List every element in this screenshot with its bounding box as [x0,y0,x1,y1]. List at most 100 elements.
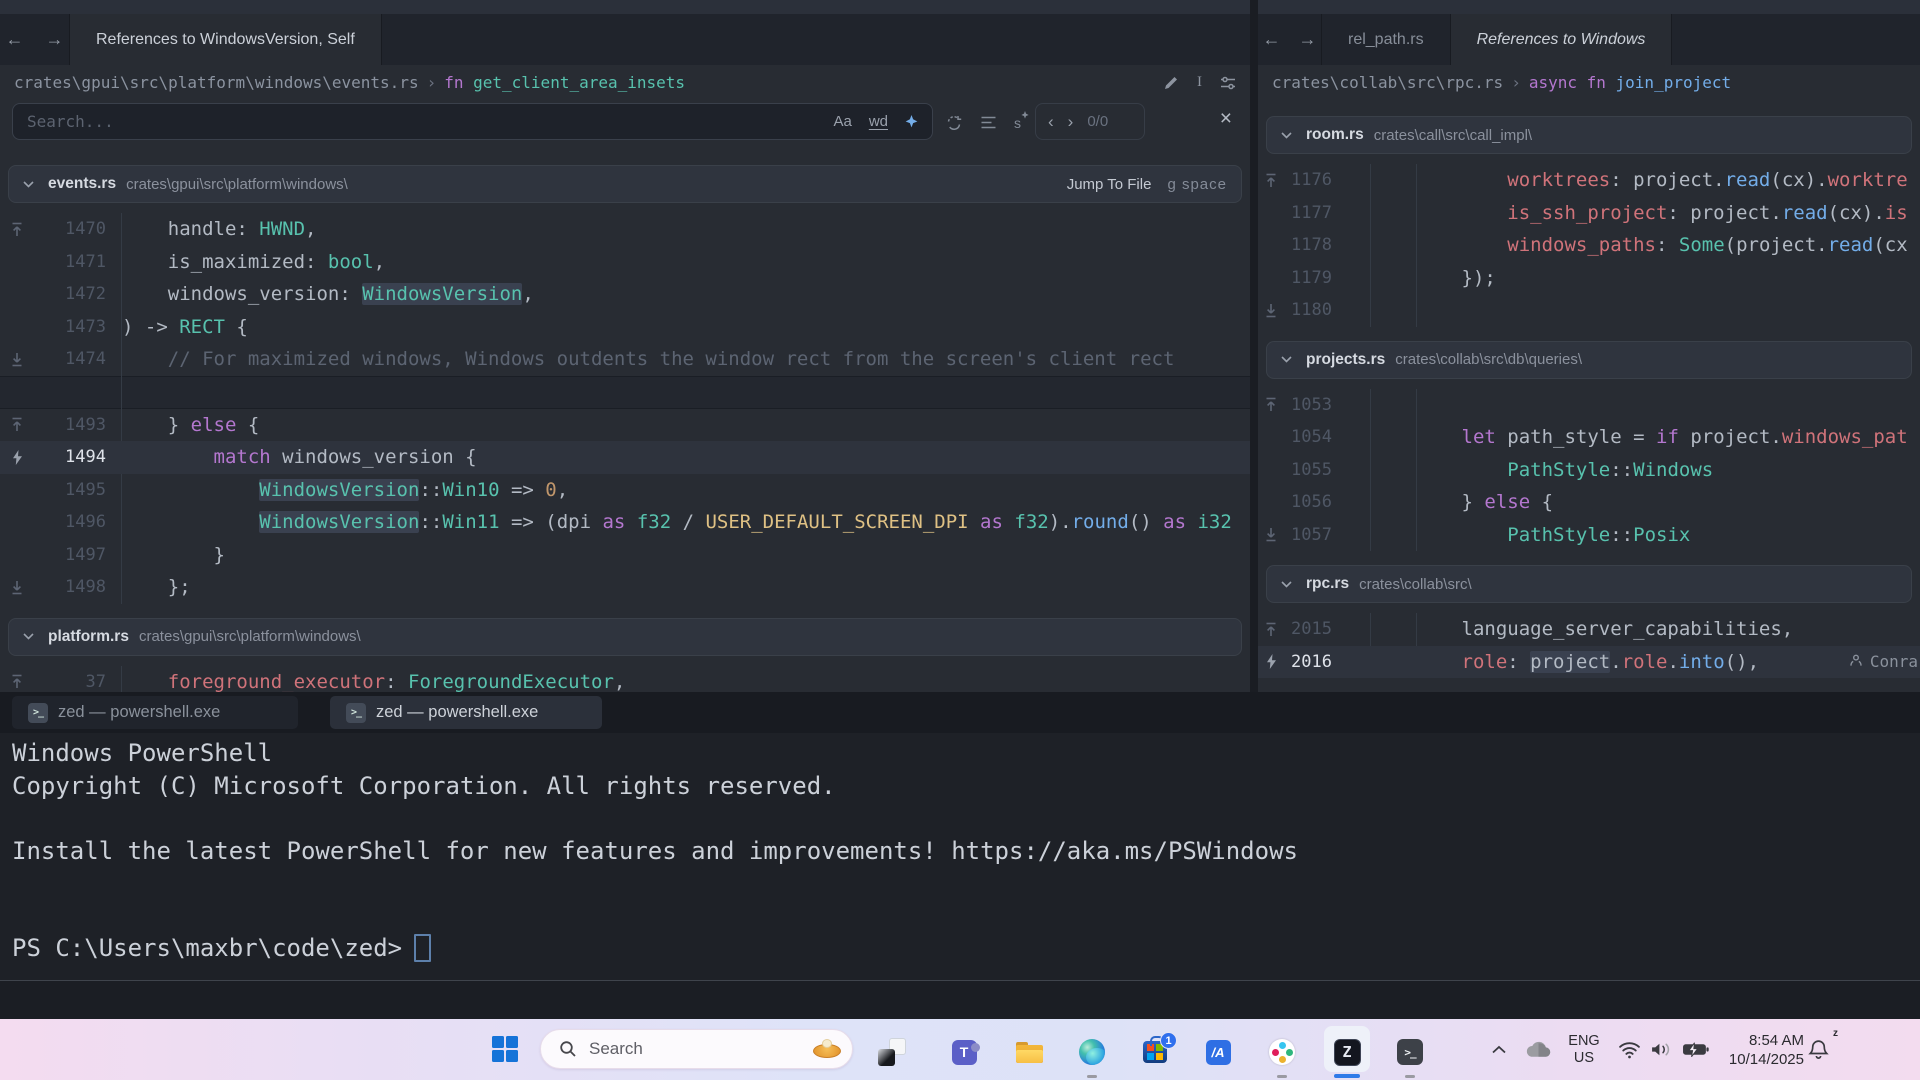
code-line[interactable]: 1176 worktrees: project.read(cx).worktre [1258,164,1920,197]
tab-references-windowsversion[interactable]: References to WindowsVersion, Self [70,14,382,65]
onedrive-cloud-icon[interactable] [1520,1019,1556,1080]
expand-excerpt-up-icon[interactable] [0,222,34,237]
replace-icon[interactable] [945,114,963,132]
jump-to-file-button[interactable]: Jump To File [1067,176,1152,193]
expand-excerpt-up-icon[interactable] [0,674,34,689]
code-action-bolt-icon[interactable] [1258,654,1284,669]
breadcrumb-path: crates\collab\src\rpc.rs [1272,73,1503,92]
tray-chevron-up-icon[interactable] [1484,1019,1514,1080]
tab-references-windows[interactable]: References to Windows [1451,14,1673,65]
collaborator-indicator[interactable]: Conra [1849,646,1918,679]
code-line[interactable]: 1474 // For maximized windows, Windows o… [0,343,1250,376]
cursor-icon[interactable]: I [1197,74,1202,91]
expand-excerpt-down-icon[interactable] [1258,303,1284,318]
chevron-down-icon[interactable] [1281,581,1292,588]
forward-icon[interactable]: → [46,29,64,50]
code-line[interactable]: 1473) -> RECT { [0,311,1250,344]
terminal-prompt[interactable]: PS C:\Users\maxbr\code\zed> [0,932,1920,965]
expand-excerpt-up-icon[interactable] [0,417,34,432]
code-line[interactable]: 1180 [1258,294,1920,327]
breadcrumb-right[interactable]: crates\collab\src\rpc.rs › async fn join… [1258,65,1920,100]
whole-word-toggle[interactable]: wd [869,113,888,130]
code-line[interactable]: 1179 }); [1258,262,1920,295]
taskbar-app-slack-icon[interactable] [1258,1025,1306,1079]
code-line[interactable]: 1471 is_maximized: bool, [0,246,1250,279]
code-line[interactable]: 1497 } [0,539,1250,572]
editor-settings-icon[interactable] [1220,76,1236,90]
taskbar-app-stack-squares-icon[interactable] [868,1025,916,1079]
taskbar-app-slash-a-icon[interactable]: /A [1194,1025,1242,1079]
chevron-down-icon[interactable] [23,633,34,640]
excerpt-header[interactable]: rpc.rscrates\collab\src\ [1266,565,1912,603]
forward-icon[interactable]: → [1299,29,1317,50]
terminal-tab-2[interactable]: >_ zed — powershell.exe [330,696,602,729]
code-line[interactable]: 1177 is_ssh_project: project.read(cx).is [1258,197,1920,230]
terminal-tab-1[interactable]: >_ zed — powershell.exe [12,696,298,729]
prev-match-icon[interactable]: ‹ [1048,112,1054,132]
next-match-icon[interactable]: › [1068,112,1074,132]
code-line[interactable]: 1470 handle: HWND, [0,213,1250,246]
start-button-icon[interactable] [492,1036,518,1062]
taskbar-app-terminal-icon[interactable]: >_ [1386,1025,1434,1079]
excerpt-header[interactable]: events.rscrates\gpui\src\platform\window… [8,165,1242,203]
back-icon[interactable]: ← [6,29,24,50]
code-line[interactable]: 1053 [1258,389,1920,422]
chevron-down-icon[interactable] [1281,132,1292,139]
clock[interactable]: 8:54 AM 10/14/2025 [1712,1019,1804,1080]
taskbar-app-edge-icon[interactable] [1068,1025,1116,1079]
code-line[interactable]: 1472 windows_version: WindowsVersion, [0,278,1250,311]
code-line[interactable]: 1054 let path_style = if project.windows… [1258,421,1920,454]
taskbar-app-zed-icon[interactable]: Z [1323,1025,1371,1079]
ai-search-icon[interactable] [905,115,918,128]
code-line[interactable]: 1055 PathStyle::Windows [1258,454,1920,487]
code-line[interactable]: 1495 WindowsVersion::Win10 => 0, [0,474,1250,507]
code-line[interactable]: 1498 }; [0,571,1250,604]
language-indicator[interactable]: ENG US [1560,1019,1608,1080]
taskbar-app-teams-icon[interactable]: T [940,1025,988,1079]
code-line[interactable]: 2015 language_server_capabilities, [1258,613,1920,646]
back-icon[interactable]: ← [1263,29,1281,50]
expand-excerpt-up-icon[interactable] [1258,622,1284,637]
terminal-tab-label: zed — powershell.exe [58,703,220,722]
tab-rel-path[interactable]: rel_path.rs [1322,14,1451,65]
inline-assist-icon[interactable] [1164,75,1179,90]
code-action-bolt-icon[interactable] [0,450,34,465]
chevron-down-icon[interactable] [1281,356,1292,363]
expand-excerpt-up-icon[interactable] [1258,173,1284,188]
pane-divider[interactable] [1250,0,1258,692]
search-input[interactable] [27,112,833,131]
excerpt-header[interactable]: projects.rscrates\collab\src\db\queries\ [1266,341,1912,379]
wifi-icon[interactable] [1614,1019,1644,1080]
taskbar-search[interactable]: Search [540,1029,853,1069]
excerpt-header[interactable]: platform.rscrates\gpui\src\platform\wind… [8,618,1242,656]
taskbar-app-store-icon[interactable]: 1 [1131,1025,1179,1079]
expand-excerpt-down-icon[interactable] [0,580,34,595]
code-line[interactable]: 1056 } else { [1258,486,1920,519]
code-line[interactable]: 1057 PathStyle::Posix [1258,519,1920,552]
excerpt-filename: events.rs [48,175,116,193]
close-search-icon[interactable]: × [1220,108,1232,129]
line-number: 37 [34,672,106,692]
code-line[interactable]: 1178 windows_paths: Some(project.read(cx [1258,229,1920,262]
code-line[interactable]: 2016 role: project.role.into(),Conra [1258,646,1920,679]
selection-filter-icon[interactable] [980,115,997,130]
search-input-box[interactable]: Aa wd [12,103,933,140]
excerpt-header[interactable]: room.rscrates\call\src\call_impl\ [1266,116,1912,154]
expand-excerpt-up-icon[interactable] [1258,397,1284,412]
expand-excerpt-down-icon[interactable] [1258,527,1284,542]
history-nav-right: ← → [1258,14,1322,65]
volume-icon[interactable] [1646,1019,1676,1080]
chevron-down-icon[interactable] [23,181,34,188]
terminal-output[interactable]: Windows PowerShellCopyright (C) Microsof… [0,733,1920,980]
code-line[interactable]: 1493 } else { [0,409,1250,442]
notification-bell-icon[interactable]: z [1802,1019,1834,1080]
taskbar-app-file-explorer-icon[interactable] [1005,1025,1053,1079]
semantic-search-icon[interactable]: s [1014,115,1021,131]
code-line[interactable]: 1494 match windows_version { [0,441,1250,474]
battery-charging-icon[interactable] [1678,1019,1712,1080]
expand-excerpt-down-icon[interactable] [0,352,34,367]
code-line[interactable]: 1496 WindowsVersion::Win11 => (dpi as f3… [0,506,1250,539]
code-line[interactable]: 37 foreground_executor: ForegroundExecut… [0,666,1250,693]
breadcrumb-left[interactable]: crates\gpui\src\platform\windows\events.… [0,65,1250,100]
case-sensitive-toggle[interactable]: Aa [833,113,851,130]
